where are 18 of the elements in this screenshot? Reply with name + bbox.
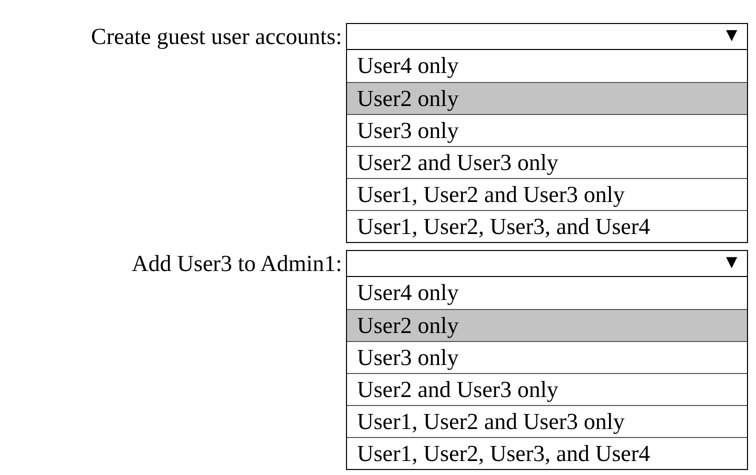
dropdown-option[interactable]: User1, User2 and User3 only xyxy=(347,405,747,437)
dropdown-option[interactable]: User3 only xyxy=(347,114,747,146)
dropdown-option[interactable]: User3 only xyxy=(347,341,747,373)
dropdown-option[interactable]: User1, User2, User3, and User4 xyxy=(347,210,747,242)
dropdown[interactable]: ▼ xyxy=(346,250,748,277)
dropdown[interactable]: ▼ xyxy=(346,23,748,50)
dropdown-option[interactable]: User1, User2 and User3 only xyxy=(347,178,747,210)
dropdown-option[interactable]: User1, User2, User3, and User4 xyxy=(347,437,747,469)
dropdown-option[interactable]: User2 and User3 only xyxy=(347,146,747,178)
dropdown-arrow-icon[interactable]: ▼ xyxy=(722,249,741,278)
dropdown-option[interactable]: User2 only xyxy=(347,309,747,341)
dropdown-option[interactable]: User2 and User3 only xyxy=(347,373,747,405)
question-label: Add User3 to Admin1: xyxy=(130,250,343,277)
dropdown-arrow-icon[interactable]: ▼ xyxy=(722,22,741,51)
dropdown-option[interactable]: User4 only xyxy=(347,277,747,309)
question-label: Create guest user accounts: xyxy=(90,23,343,50)
dropdown-option[interactable]: User2 only xyxy=(347,82,747,114)
dropdown-option[interactable]: User4 only xyxy=(347,50,747,82)
